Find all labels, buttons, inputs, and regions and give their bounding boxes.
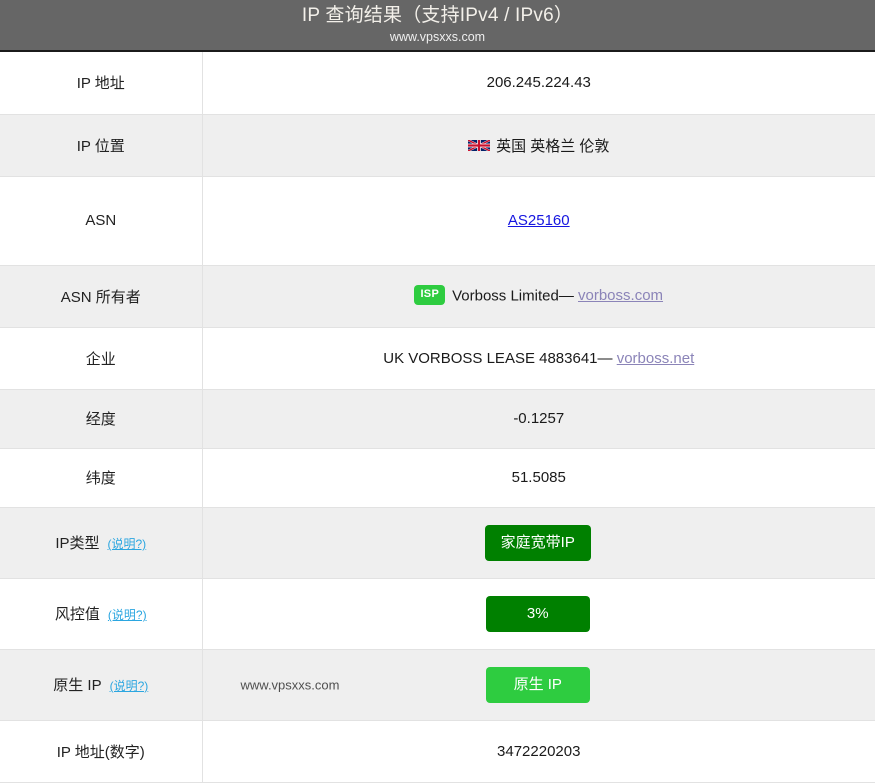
label-text: IP 位置	[76, 137, 125, 155]
site-subtitle: www.vpsxxs.com	[389, 30, 486, 44]
label-text: ASN 所有者	[60, 288, 141, 306]
label-text: 经度	[85, 411, 116, 428]
label-text: 纬度	[85, 470, 116, 487]
page-title: IP 查询结果（支持IPv4 / IPv6）	[301, 5, 574, 26]
enterprise-name: UK VORBOSS LEASE 4883641—	[383, 349, 613, 367]
table-row: ASN AS25160	[0, 176, 875, 265]
isp-badge: ISP	[414, 285, 446, 305]
row-value-ip-type: 家庭宽带IP	[202, 507, 875, 578]
asn-link[interactable]: AS25160	[508, 212, 570, 229]
longitude-value: -0.1257	[513, 410, 565, 427]
table-row: IP 位置 英国 英格兰 伦敦	[0, 114, 875, 176]
label-text: 原生 IP	[53, 677, 102, 694]
row-value-native-ip: www.vpsxxs.com 原生 IP	[202, 649, 875, 720]
row-label-native-ip: 原生 IP (说明?)	[0, 649, 203, 720]
row-label-longitude: 经度	[0, 389, 203, 448]
enterprise-link[interactable]: vorboss.net	[617, 350, 695, 367]
table-row: 企业 UK VORBOSS LEASE 4883641— vorboss.net	[0, 327, 875, 389]
table-row: IP 地址 206.245.224.43	[0, 52, 875, 114]
row-label-ip-address: IP 地址	[0, 52, 203, 114]
row-value-ip-numeric: 3472220203	[202, 720, 875, 782]
label-text: IP 地址(数字)	[56, 743, 145, 761]
row-label-enterprise: 企业	[0, 327, 203, 389]
label-text: ASN	[85, 212, 117, 229]
table-row: IP 地址(数字) 3472220203	[0, 720, 875, 782]
table-row: 风控值 (说明?) 3%	[0, 578, 875, 649]
watermark-text: www.vpsxxs.com	[240, 677, 340, 692]
label-text: 风控值	[54, 606, 100, 623]
row-value-asn-owner: ISP Vorboss Limited— vorboss.com	[202, 265, 875, 327]
ip-location-value: 英国 英格兰 伦敦	[496, 137, 610, 155]
result-header: IP 查询结果（支持IPv4 / IPv6） www.vpsxxs.com	[0, 0, 875, 52]
row-label-asn-owner: ASN 所有者	[0, 265, 203, 327]
risk-value-badge: 3%	[485, 595, 590, 632]
table-row: ASN 所有者 ISP Vorboss Limited— vorboss.com	[0, 265, 875, 327]
label-text: IP类型	[55, 535, 100, 552]
row-label-risk-value: 风控值 (说明?)	[0, 578, 203, 649]
row-value-asn: AS25160	[202, 176, 875, 265]
ip-type-badge: 家庭宽带IP	[484, 524, 591, 561]
native-ip-help-link[interactable]: (说明?)	[110, 679, 149, 693]
label-text: IP 地址	[76, 75, 125, 93]
risk-value-help-link[interactable]: (说明?)	[108, 608, 147, 622]
label-text: 企业	[85, 350, 116, 368]
ip-info-table: IP 地址 206.245.224.43 IP 位置 英国 英格兰 伦敦 ASN…	[0, 52, 875, 783]
asn-owner-link[interactable]: vorboss.com	[578, 287, 663, 304]
table-row: IP类型 (说明?) 家庭宽带IP	[0, 507, 875, 578]
table-row: 纬度 51.5085	[0, 448, 875, 507]
row-value-latitude: 51.5085	[202, 448, 875, 507]
row-value-ip-location: 英国 英格兰 伦敦	[202, 114, 875, 176]
row-label-ip-location: IP 位置	[0, 114, 203, 176]
native-ip-badge: 原生 IP	[485, 666, 590, 703]
row-label-ip-type: IP类型 (说明?)	[0, 507, 203, 578]
row-value-longitude: -0.1257	[202, 389, 875, 448]
row-label-asn: ASN	[0, 176, 203, 265]
row-value-enterprise: UK VORBOSS LEASE 4883641— vorboss.net	[202, 327, 875, 389]
row-value-risk-value: 3%	[202, 578, 875, 649]
asn-owner-name: Vorboss Limited—	[452, 287, 574, 305]
uk-flag-icon	[468, 138, 491, 153]
latitude-value: 51.5085	[511, 469, 566, 486]
ip-address-value: 206.245.224.43	[486, 74, 591, 92]
table-row: 经度 -0.1257	[0, 389, 875, 448]
table-row: 原生 IP (说明?) www.vpsxxs.com 原生 IP	[0, 649, 875, 720]
row-label-ip-numeric: IP 地址(数字)	[0, 720, 203, 782]
ip-type-help-link[interactable]: (说明?)	[108, 537, 147, 551]
ip-numeric-value: 3472220203	[497, 742, 581, 760]
row-label-latitude: 纬度	[0, 448, 203, 507]
row-value-ip-address: 206.245.224.43	[202, 52, 875, 114]
